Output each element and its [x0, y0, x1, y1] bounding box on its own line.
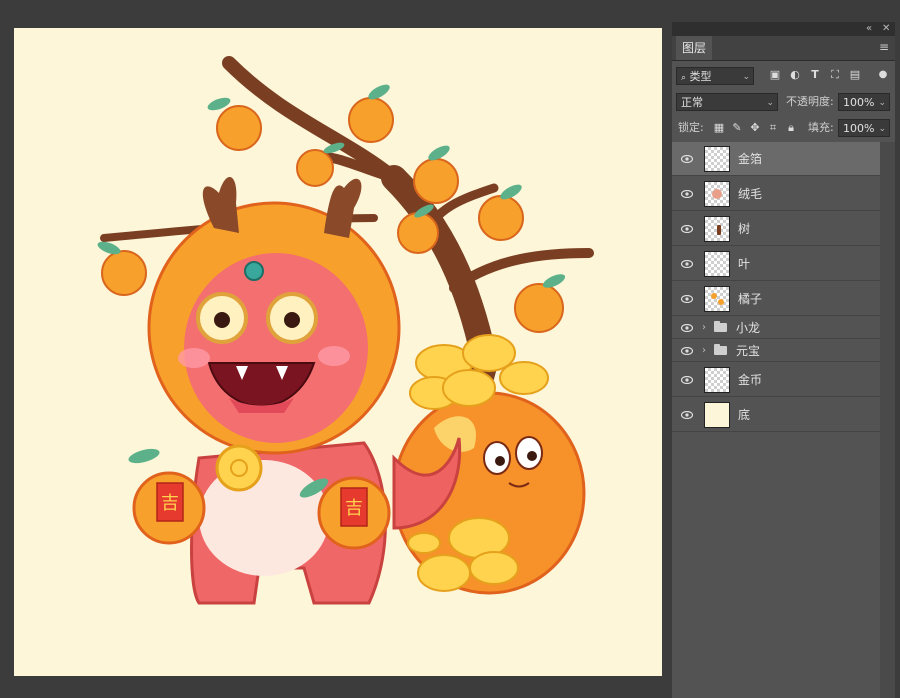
- chevron-down-icon: ⌄: [766, 98, 774, 108]
- layer-row[interactable]: 金币: [672, 363, 880, 397]
- lock-all-icon[interactable]: 🔒︎: [784, 119, 798, 137]
- layer-row[interactable]: 树: [672, 212, 880, 246]
- layer-row[interactable]: 金箔: [672, 142, 880, 176]
- dragon-illustration: 吉 吉: [97, 56, 594, 605]
- fill-label: 填充:: [808, 121, 834, 134]
- lock-move-icon[interactable]: ✥: [748, 119, 762, 137]
- chevron-down-icon: ⌄: [878, 98, 886, 108]
- eye-icon[interactable]: [680, 340, 694, 361]
- layer-filter-row: ⌕ 类型 ⌄ ▣ ◐ T ⛶ ▤ ●: [672, 66, 895, 86]
- layer-name: 金箔: [738, 152, 763, 166]
- layer-thumbnail: [704, 286, 730, 312]
- eye-icon[interactable]: [680, 247, 694, 280]
- lock-brush-icon[interactable]: ✎: [730, 119, 744, 137]
- filter-kind-value: 类型: [689, 70, 712, 83]
- lock-artboard-icon[interactable]: ⌗: [766, 119, 780, 137]
- panel-tabbar: 图层 ≡: [672, 36, 895, 61]
- layer-row[interactable]: 底: [672, 398, 880, 432]
- layer-list-scrollbar[interactable]: [880, 142, 895, 698]
- opacity-input[interactable]: 100% ⌄: [838, 93, 890, 111]
- layer-row[interactable]: 绒毛: [672, 177, 880, 211]
- chevron-right-icon[interactable]: ›: [702, 317, 706, 339]
- red-tag-right: 吉: [345, 498, 363, 519]
- opacity-value: 100%: [843, 96, 875, 109]
- smart-object-icon[interactable]: ▤: [848, 66, 862, 84]
- red-tag-left: 吉: [161, 493, 179, 514]
- opacity-label: 不透明度:: [786, 95, 834, 108]
- fill-input[interactable]: 100% ⌄: [838, 119, 890, 137]
- blend-mode-dropdown[interactable]: 正常 ⌄: [676, 93, 778, 111]
- lock-transparency-icon[interactable]: ▦: [712, 119, 726, 137]
- layer-thumbnail: [704, 402, 730, 428]
- blend-row: 正常 ⌄ 不透明度: 100% ⌄: [672, 92, 895, 112]
- collapse-panel-button[interactable]: «: [866, 22, 872, 36]
- blend-mode-value: 正常: [681, 96, 703, 109]
- lock-label: 锁定:: [678, 121, 704, 134]
- layer-name: 金币: [738, 373, 763, 387]
- layer-group-row[interactable]: › 小龙: [672, 317, 880, 339]
- eye-icon[interactable]: [680, 177, 694, 210]
- layer-name: 小龙: [736, 321, 761, 335]
- layer-name: 绒毛: [738, 187, 763, 201]
- tab-layers[interactable]: 图层: [676, 36, 713, 60]
- fill-value: 100%: [843, 122, 875, 135]
- artwork-canvas[interactable]: 吉 吉: [14, 28, 662, 676]
- layer-name: 元宝: [736, 344, 761, 358]
- search-icon: ⌕: [681, 73, 687, 83]
- layer-row[interactable]: 橘子: [672, 282, 880, 316]
- eye-icon[interactable]: [680, 142, 694, 175]
- panel-menu-icon[interactable]: ≡: [879, 40, 889, 54]
- type-icon[interactable]: T: [808, 66, 822, 84]
- layer-name: 叶: [738, 257, 751, 271]
- close-panel-button[interactable]: ✕: [882, 22, 890, 36]
- layer-thumbnail: [704, 216, 730, 242]
- chevron-down-icon: ⌄: [878, 124, 886, 134]
- layer-thumbnail: [704, 146, 730, 172]
- image-icon[interactable]: ▣: [768, 66, 782, 84]
- adjustment-icon[interactable]: ◐: [788, 66, 802, 84]
- eye-icon[interactable]: [680, 282, 694, 315]
- panel-title-strip: « ✕: [672, 22, 895, 36]
- layer-name: 橘子: [738, 292, 763, 306]
- folder-icon: [714, 344, 727, 355]
- layer-thumbnail: [704, 181, 730, 207]
- eye-icon[interactable]: [680, 398, 694, 431]
- layer-thumbnail: [704, 251, 730, 277]
- eye-icon[interactable]: [680, 317, 694, 338]
- filter-kind-dropdown[interactable]: ⌕ 类型 ⌄: [676, 67, 754, 85]
- shape-icon[interactable]: ⛶: [828, 66, 842, 84]
- lock-row: 锁定: ▦ ✎ ✥ ⌗ 🔒︎ 填充: 100% ⌄: [672, 118, 895, 138]
- chevron-right-icon[interactable]: ›: [702, 340, 706, 362]
- eye-icon[interactable]: [680, 363, 694, 396]
- chevron-down-icon: ⌄: [742, 72, 750, 82]
- eye-icon[interactable]: [680, 212, 694, 245]
- folder-icon: [714, 321, 727, 332]
- layer-thumbnail: [704, 367, 730, 393]
- layer-group-row[interactable]: › 元宝: [672, 340, 880, 362]
- layers-panel: « ✕ 图层 ≡ ⌕ 类型 ⌄ ▣ ◐ T ⛶ ▤ ● 正常 ⌄ 不透明度: 1…: [672, 22, 895, 698]
- layer-name: 树: [738, 222, 751, 236]
- layer-name: 底: [738, 408, 751, 422]
- layer-row[interactable]: 叶: [672, 247, 880, 281]
- filter-toggle-icon[interactable]: ●: [876, 66, 890, 84]
